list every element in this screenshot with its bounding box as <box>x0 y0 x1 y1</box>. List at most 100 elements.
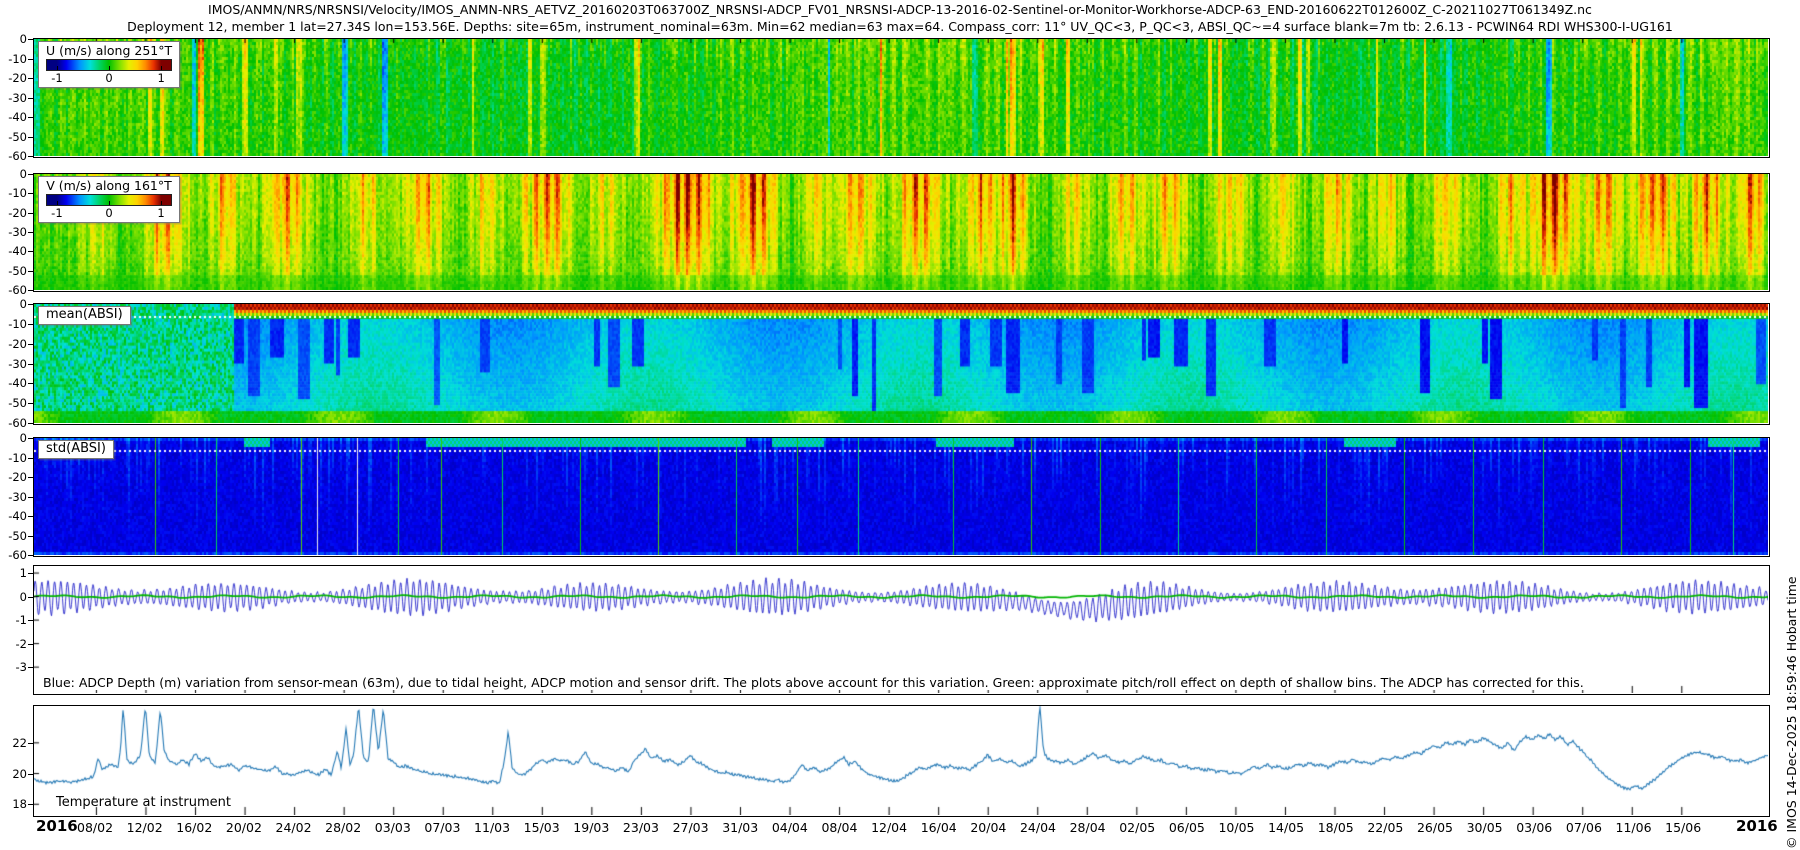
depth-variation-panel: Blue: ADCP Depth (m) variation from sens… <box>33 565 1770 695</box>
y-tick-mark <box>28 290 33 291</box>
v-colorbar-legend: V (m/s) along 161°T -1 0 1 <box>38 176 180 223</box>
y-tick-label: -20 <box>0 207 27 220</box>
adcp-plot-figure: IMOS/ANMN/NRS/NRSNSI/Velocity/IMOS_ANMN-… <box>0 0 1800 850</box>
x-tick-label: 10/05 <box>1218 820 1254 835</box>
x-tick-label: 08/04 <box>821 820 857 835</box>
y-tick-mark <box>28 174 33 175</box>
year-label-right: 2016 <box>1736 817 1778 835</box>
u-colorbar-legend: U (m/s) along 251°T -1 0 1 <box>38 41 180 88</box>
y-tick-label: 0 <box>0 591 27 604</box>
y-tick-mark <box>28 438 33 439</box>
x-tick-label: 02/05 <box>1119 820 1155 835</box>
y-tick-mark <box>28 573 33 574</box>
x-tick-label: 24/02 <box>276 820 312 835</box>
v-cbar-tick-zero: 0 <box>105 206 112 220</box>
figure-title: IMOS/ANMN/NRS/NRSNSI/Velocity/IMOS_ANMN-… <box>0 2 1800 17</box>
y-tick-mark <box>28 304 33 305</box>
y-tick-mark <box>28 774 33 775</box>
x-tick-label: 04/04 <box>772 820 808 835</box>
u-colorbar <box>46 59 172 71</box>
x-tick-label: 27/03 <box>673 820 709 835</box>
y-tick-mark <box>28 78 33 79</box>
x-tick-label: 15/03 <box>524 820 560 835</box>
y-tick-mark <box>28 344 33 345</box>
y-tick-label: -20 <box>0 72 27 85</box>
std-absi-heatmap <box>34 438 1768 555</box>
y-tick-mark <box>28 403 33 404</box>
y-tick-mark <box>28 39 33 40</box>
y-tick-label: -20 <box>0 338 27 351</box>
x-tick-label: 03/06 <box>1516 820 1552 835</box>
y-tick-mark <box>28 324 33 325</box>
v-colorbar-ticks: -1 0 1 <box>47 206 171 219</box>
x-tick-label: 16/04 <box>921 820 957 835</box>
x-tick-label: 28/02 <box>325 820 361 835</box>
y-tick-label: -50 <box>0 131 27 144</box>
y-tick-mark <box>28 620 33 621</box>
y-tick-mark <box>28 364 33 365</box>
y-tick-label: 0 <box>0 33 27 46</box>
x-tick-label: 26/05 <box>1417 820 1453 835</box>
y-tick-mark <box>28 458 33 459</box>
y-tick-label: -10 <box>0 187 27 200</box>
y-tick-mark <box>28 271 33 272</box>
y-tick-label: 0 <box>0 432 27 445</box>
x-tick-label: 12/02 <box>127 820 163 835</box>
y-tick-label: -20 <box>0 471 27 484</box>
y-tick-label: -50 <box>0 397 27 410</box>
temperature-panel: Temperature at instrument <box>33 705 1770 817</box>
u-velocity-panel: U (m/s) along 251°T -1 0 1 <box>33 38 1770 158</box>
v-colorbar <box>46 194 172 206</box>
x-tick-label: 15/06 <box>1665 820 1701 835</box>
x-tick-label: 31/03 <box>722 820 758 835</box>
y-tick-label: 18 <box>0 798 27 811</box>
u-velocity-heatmap <box>34 39 1768 156</box>
y-tick-label: -40 <box>0 111 27 124</box>
y-tick-label: -30 <box>0 358 27 371</box>
y-tick-mark <box>28 423 33 424</box>
v-velocity-panel: V (m/s) along 161°T -1 0 1 <box>33 173 1770 292</box>
y-tick-label: -2 <box>0 638 27 651</box>
x-tick-label: 30/05 <box>1467 820 1503 835</box>
y-tick-mark <box>28 156 33 157</box>
y-tick-label: -40 <box>0 377 27 390</box>
x-tick-label: 06/05 <box>1169 820 1205 835</box>
y-tick-label: -1 <box>0 614 27 627</box>
y-tick-mark <box>28 213 33 214</box>
x-tick-label: 11/03 <box>474 820 510 835</box>
y-tick-label: -50 <box>0 530 27 543</box>
y-tick-label: 22 <box>0 737 27 750</box>
v-velocity-heatmap <box>34 174 1768 290</box>
u-colorbar-ticks: -1 0 1 <box>47 71 171 84</box>
temperature-label: Temperature at instrument <box>56 795 231 810</box>
y-tick-mark <box>28 477 33 478</box>
x-tick-label: 16/02 <box>176 820 212 835</box>
x-tick-label: 18/05 <box>1318 820 1354 835</box>
y-tick-mark <box>28 117 33 118</box>
y-tick-label: -10 <box>0 318 27 331</box>
v-cbar-tick-max: 1 <box>157 206 164 220</box>
x-tick-label: 07/03 <box>424 820 460 835</box>
y-tick-label: 1 <box>0 567 27 580</box>
y-tick-mark <box>28 232 33 233</box>
y-tick-mark <box>28 137 33 138</box>
y-tick-mark <box>28 597 33 598</box>
y-tick-label: -10 <box>0 452 27 465</box>
v-colorbar-title: V (m/s) along 161°T <box>46 178 172 193</box>
mean-absi-label: mean(ABSI) <box>38 306 131 325</box>
temperature-lineplot <box>34 706 1768 815</box>
x-tick-label: 20/02 <box>226 820 262 835</box>
y-tick-label: -30 <box>0 226 27 239</box>
x-tick-label: 12/04 <box>871 820 907 835</box>
y-tick-label: -10 <box>0 53 27 66</box>
y-tick-label: -40 <box>0 245 27 258</box>
x-tick-label: 23/03 <box>623 820 659 835</box>
year-label-left: 2016 <box>36 817 78 835</box>
x-tick-label: 14/05 <box>1268 820 1304 835</box>
y-tick-mark <box>28 383 33 384</box>
y-tick-mark <box>28 536 33 537</box>
x-tick-label: 28/04 <box>1070 820 1106 835</box>
std-absi-label: std(ABSI) <box>38 440 114 459</box>
y-tick-mark <box>28 743 33 744</box>
y-tick-mark <box>28 667 33 668</box>
